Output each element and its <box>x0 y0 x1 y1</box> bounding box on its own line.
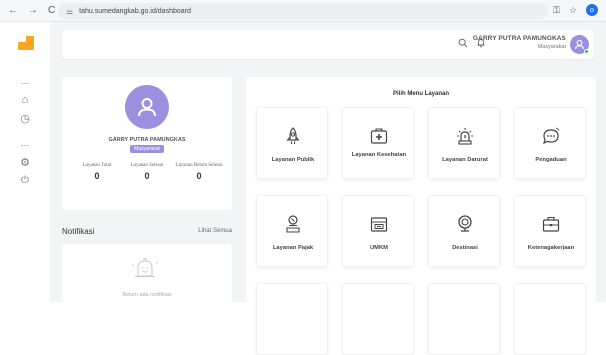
service-menu-title: Pilih Menu Layanan <box>392 91 449 97</box>
top-header: GARRY PUTRA PAMUNGKAS Masyarakat <box>62 30 594 59</box>
ellipsis-icon: … <box>20 76 30 86</box>
browser-toolbar: ← → C ⚌ tahu.sumedangkab.go.id/dashboard… <box>0 0 606 22</box>
menu-tile-label: Layanan Darurat <box>442 157 488 163</box>
power-icon[interactable]: ⏻ <box>0 175 50 186</box>
reload-button[interactable]: C <box>48 5 55 16</box>
profile-avatar <box>125 85 169 129</box>
menu-tile-layanan-pajak[interactable]: Layanan Pajak <box>256 195 328 267</box>
stat-pending: Layanan Belum Selesai 0 <box>174 163 224 181</box>
medical-kit-icon <box>370 128 388 144</box>
menu-tile-pengaduan[interactable]: Pengaduan <box>514 107 586 179</box>
app-logo[interactable] <box>18 36 34 50</box>
menu-tile-partial[interactable] <box>428 283 500 355</box>
online-status-dot <box>584 49 589 54</box>
menu-tile-layanan-publik[interactable]: Layanan Publik <box>256 107 328 179</box>
browser-profile-avatar[interactable]: o <box>586 4 598 16</box>
stat-done: Layanan Selesai 0 <box>122 163 172 181</box>
menu-tile-ketenagakerjaan[interactable]: Ketenagakerjaan <box>514 195 586 267</box>
store-icon <box>370 217 388 232</box>
stat-done-label: Layanan Selesai <box>130 163 164 168</box>
stat-total-label: Layanan Total <box>82 163 112 168</box>
menu-tile-umkm[interactable]: UMKM <box>342 195 414 267</box>
menu-tile-layanan-kesehatan[interactable]: Layanan Kesehatan <box>342 107 414 179</box>
stat-total-value: 0 <box>94 171 100 181</box>
empty-bell-icon <box>130 256 160 284</box>
chat-bubble-icon <box>543 127 560 145</box>
url-text: tahu.sumedangkab.go.id/dashboard <box>79 7 191 15</box>
stat-pending-value: 0 <box>196 171 202 181</box>
menu-tile-label: Destinasi <box>452 245 478 251</box>
empty-notifications-text: Belum ada notifikasi <box>122 292 172 298</box>
menu-tile-label: Layanan Publik <box>271 157 315 163</box>
briefcase-icon <box>542 216 560 232</box>
notifications-card: Belum ada notifikasi <box>62 244 232 302</box>
profile-role-badge: Masyarakat <box>130 145 164 153</box>
location-pin-icon <box>458 215 472 232</box>
home-icon[interactable]: ⌂ <box>0 94 50 106</box>
header-avatar[interactable] <box>570 35 589 54</box>
menu-tile-layanan-darurat[interactable]: Layanan Darurat <box>428 107 500 179</box>
sidebar: … ⌂ ◷ … ⚙ ⏻ <box>0 22 50 302</box>
menu-tile-destinasi[interactable]: Destinasi <box>428 195 500 267</box>
menu-tile-label: UMKM <box>369 245 389 251</box>
password-key-icon[interactable]: ⚿ <box>553 5 560 16</box>
back-button[interactable]: ← <box>8 5 18 16</box>
stat-done-value: 0 <box>144 171 150 181</box>
ellipsis-icon: … <box>20 138 30 148</box>
rocket-icon <box>286 127 300 144</box>
clock-icon[interactable]: ◷ <box>0 112 50 125</box>
see-all-link[interactable]: Lihat Semua <box>198 228 232 234</box>
menu-tile-partial[interactable] <box>342 283 414 355</box>
gear-icon[interactable]: ⚙ <box>0 156 50 169</box>
forward-button[interactable]: → <box>28 5 38 16</box>
menu-tile-partial[interactable] <box>514 283 586 355</box>
stat-total: Layanan Total 0 <box>72 163 122 181</box>
site-settings-icon[interactable]: ⚌ <box>66 7 73 16</box>
menu-tile-label: Ketenagakerjaan <box>527 245 575 251</box>
tax-icon <box>286 215 300 233</box>
notifications-title: Notifikasi <box>62 227 95 236</box>
address-bar[interactable]: ⚌ tahu.sumedangkab.go.id/dashboard <box>58 3 548 19</box>
profile-name: GARRY PUTRA PAMUNGKAS <box>108 137 186 143</box>
stat-pending-label: Layanan Belum Selesai <box>175 163 223 168</box>
header-user-name: GARRY PUTRA PAMUNGKAS <box>472 35 566 42</box>
main-content: GARRY PUTRA PAMUNGKAS Masyarakat GARRY P… <box>50 22 606 355</box>
search-icon[interactable] <box>458 38 468 51</box>
bookmark-star-icon[interactable]: ☆ <box>569 5 577 16</box>
menu-tile-label: Layanan Kesehatan <box>351 152 407 158</box>
menu-tile-label: Pengaduan <box>535 157 567 163</box>
header-user-info[interactable]: GARRY PUTRA PAMUNGKAS Masyarakat <box>473 35 566 50</box>
profile-card: GARRY PUTRA PAMUNGKAS Masyarakat Layanan… <box>62 77 232 210</box>
menu-tile-partial[interactable] <box>256 283 328 355</box>
siren-icon <box>457 128 473 145</box>
service-menu: Pilih Menu Layanan Layanan Publik Layana… <box>246 77 596 355</box>
menu-tile-label: Layanan Pajak <box>272 245 314 251</box>
header-user-role: Masyarakat <box>537 44 566 50</box>
